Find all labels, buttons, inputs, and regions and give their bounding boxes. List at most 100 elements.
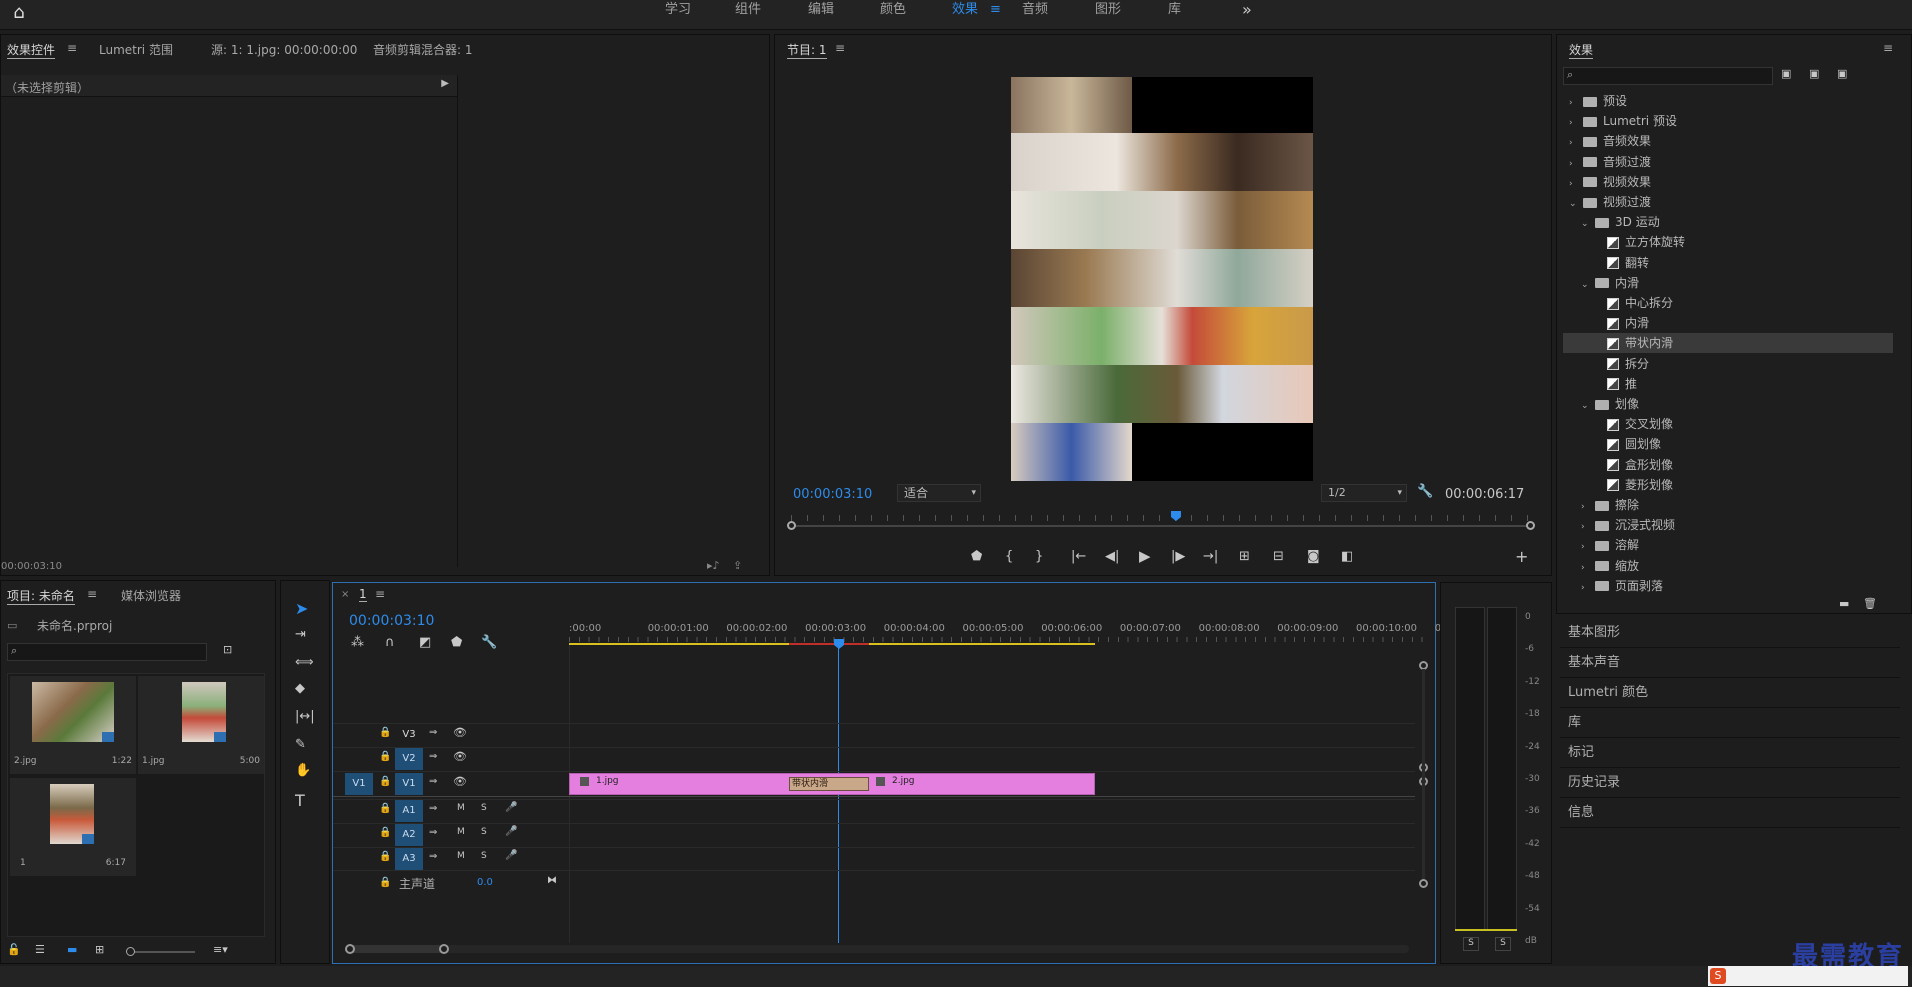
more-workspaces-icon[interactable]: » <box>1242 0 1252 20</box>
compare-icon[interactable]: ◧ <box>1341 549 1353 564</box>
32bit-effects-icon[interactable]: ▣ <box>1809 67 1819 80</box>
tab-project[interactable]: 项目: 未命名 <box>7 587 75 605</box>
solo-button[interactable]: S <box>481 803 487 813</box>
tab-source[interactable]: 源: 1: 1.jpg: 00:00:00:00 <box>211 41 357 58</box>
panel-markers[interactable]: 标记 <box>1560 738 1900 768</box>
wrench-icon[interactable]: 🔧 <box>1417 484 1433 499</box>
workspace-graphics[interactable]: 图形 <box>1095 0 1121 20</box>
effect-preset[interactable]: 拆分 <box>1563 354 1893 374</box>
hand-tool-icon[interactable]: ✋ <box>295 763 311 778</box>
track-label-a2[interactable]: A2 <box>395 824 423 846</box>
effects-folder[interactable]: › 音频效果 <box>1563 131 1893 151</box>
project-item[interactable]: 2.jpg 1:22 <box>10 676 136 774</box>
fit-dropdown[interactable]: 适合 ▾ <box>897 484 981 502</box>
chevron-right-icon[interactable]: › <box>1569 113 1583 133</box>
effects-folder[interactable]: › 页面剥落 <box>1563 576 1893 596</box>
slip-tool-icon[interactable]: |↔| <box>295 709 315 724</box>
mic-icon[interactable]: 🎤 <box>505 802 517 813</box>
solo-left-button[interactable]: S <box>1463 937 1479 951</box>
effect-preset[interactable]: 内滑 <box>1563 313 1893 333</box>
h-scrollbar[interactable] <box>345 944 1409 954</box>
effect-preset[interactable]: 圆划像 <box>1563 434 1893 454</box>
effect-controls-divider[interactable] <box>457 75 458 567</box>
effects-menu-icon[interactable]: ≡ <box>1883 41 1893 55</box>
zoom-slider-handle[interactable] <box>126 947 135 956</box>
track-label-v1[interactable]: V1 <box>395 773 423 795</box>
sync-lock-icon[interactable]: ⇒ <box>429 851 437 862</box>
sync-lock-icon[interactable]: ⇒ <box>429 727 437 738</box>
zoom-slider[interactable] <box>126 947 195 956</box>
scrub-start-handle[interactable] <box>787 521 796 530</box>
mute-button[interactable]: M <box>457 851 465 861</box>
chevron-right-icon[interactable]: › <box>1569 174 1583 194</box>
panel-essential-graphics[interactable]: 基本图形 <box>1560 618 1900 648</box>
eye-icon[interactable]: 👁 <box>453 726 467 739</box>
eye-icon[interactable]: 👁 <box>453 775 467 788</box>
chevron-right-icon[interactable]: › <box>1569 133 1583 153</box>
h-scroll-right-handle[interactable] <box>439 944 449 954</box>
chevron-right-icon[interactable]: › <box>1581 578 1595 598</box>
track-label-v2[interactable]: V2 <box>395 748 423 770</box>
solo-button[interactable]: S <box>481 827 487 837</box>
effect-preset[interactable]: 交叉划像 <box>1563 414 1893 434</box>
sync-lock-icon[interactable]: ⇒ <box>429 751 437 762</box>
workspace-color[interactable]: 颜色 <box>880 0 906 20</box>
project-menu-icon[interactable]: ≡ <box>87 587 97 601</box>
effect-preset[interactable]: 推 <box>1563 374 1893 394</box>
go-to-end-icon[interactable]: ⧓ <box>547 875 557 886</box>
project-search-input[interactable]: ⌕ <box>7 643 207 661</box>
mic-icon[interactable]: 🎤 <box>505 826 517 837</box>
effect-preset[interactable]: 中心拆分 <box>1563 293 1893 313</box>
h-scroll-left-handle[interactable] <box>345 944 355 954</box>
tab-media-browser[interactable]: 媒体浏览器 <box>121 587 181 604</box>
new-search-bin-icon[interactable]: ⊡ <box>223 643 232 656</box>
workspace-libraries[interactable]: 库 <box>1168 0 1181 20</box>
chevron-right-icon[interactable]: › <box>1569 154 1583 174</box>
lift-icon[interactable]: ⊞ <box>1239 549 1250 564</box>
tab-lumetri-scopes[interactable]: Lumetri 范围 <box>99 41 173 58</box>
chevron-down-icon[interactable]: ⌄ <box>1581 396 1595 416</box>
selection-tool-icon[interactable]: ➤ <box>295 599 308 618</box>
effects-folder[interactable]: ⌄ 3D 运动 <box>1563 212 1893 232</box>
chevron-right-icon[interactable]: › <box>1581 517 1595 537</box>
sort-icon[interactable]: ≡▾ <box>213 943 228 956</box>
track-label-a1[interactable]: A1 <box>395 800 423 822</box>
chevron-right-icon[interactable]: › <box>1581 558 1595 578</box>
go-to-in-icon[interactable]: |← <box>1071 549 1086 564</box>
lock-icon[interactable]: 🔓 <box>7 943 21 956</box>
go-to-out-icon[interactable]: →| <box>1203 549 1218 564</box>
solo-right-button[interactable]: S <box>1495 937 1511 951</box>
razor-tool-icon[interactable]: ◆ <box>295 681 305 696</box>
workspace-learn[interactable]: 学习 <box>665 0 691 20</box>
effects-panel-title[interactable]: 效果 <box>1569 41 1594 59</box>
workspace-audio[interactable]: 音频 <box>1022 0 1048 20</box>
panel-essential-sound[interactable]: 基本声音 <box>1560 648 1900 678</box>
time-ruler[interactable]: :00:00 00:00:01:00 00:00:02:00 00:00:03:00 0… <box>569 617 1441 643</box>
chevron-right-icon[interactable]: › <box>1569 93 1583 113</box>
project-item[interactable]: 1.jpg 5:00 <box>138 676 264 774</box>
panel-info[interactable]: 信息 <box>1560 798 1900 828</box>
type-tool-icon[interactable]: T <box>295 791 305 810</box>
chevron-down-icon[interactable]: ⌄ <box>1581 275 1595 295</box>
effect-preset[interactable]: 盒形划像 <box>1563 455 1893 475</box>
track-select-tool-icon[interactable]: ⇥ <box>295 627 306 642</box>
h-scroll-thumb[interactable] <box>345 945 445 953</box>
effects-folder[interactable]: › 擦除 <box>1563 495 1893 515</box>
program-playhead-timecode[interactable]: 00:00:03:10 <box>793 487 872 502</box>
settings-wrench-icon[interactable]: 🔧 <box>481 635 497 650</box>
program-monitor-title[interactable]: 节目: 1 <box>787 41 827 59</box>
add-marker-icon[interactable]: ⬟ <box>451 635 462 650</box>
tab-menu-icon[interactable]: ≡ <box>67 41 77 55</box>
play-only-icon[interactable]: ▶ <box>441 78 449 89</box>
track-lock-icon[interactable]: 🔒 <box>379 827 391 838</box>
freeform-view-icon[interactable]: ⊞ <box>95 943 104 956</box>
track-lock-icon[interactable]: 🔒 <box>379 877 391 888</box>
effects-folder[interactable]: ⌄ 内滑 <box>1563 273 1893 293</box>
yuv-effects-icon[interactable]: ▣ <box>1837 67 1847 80</box>
snap-icon[interactable]: ∩ <box>385 635 395 650</box>
v-scroll-bottom-handle[interactable] <box>1419 879 1428 888</box>
effect-preset[interactable]: 立方体旋转 <box>1563 232 1893 252</box>
mark-out-icon[interactable]: } <box>1035 549 1043 564</box>
workspace-effects[interactable]: 效果 <box>952 0 978 20</box>
new-bin-icon[interactable]: ▬ <box>1839 597 1849 610</box>
